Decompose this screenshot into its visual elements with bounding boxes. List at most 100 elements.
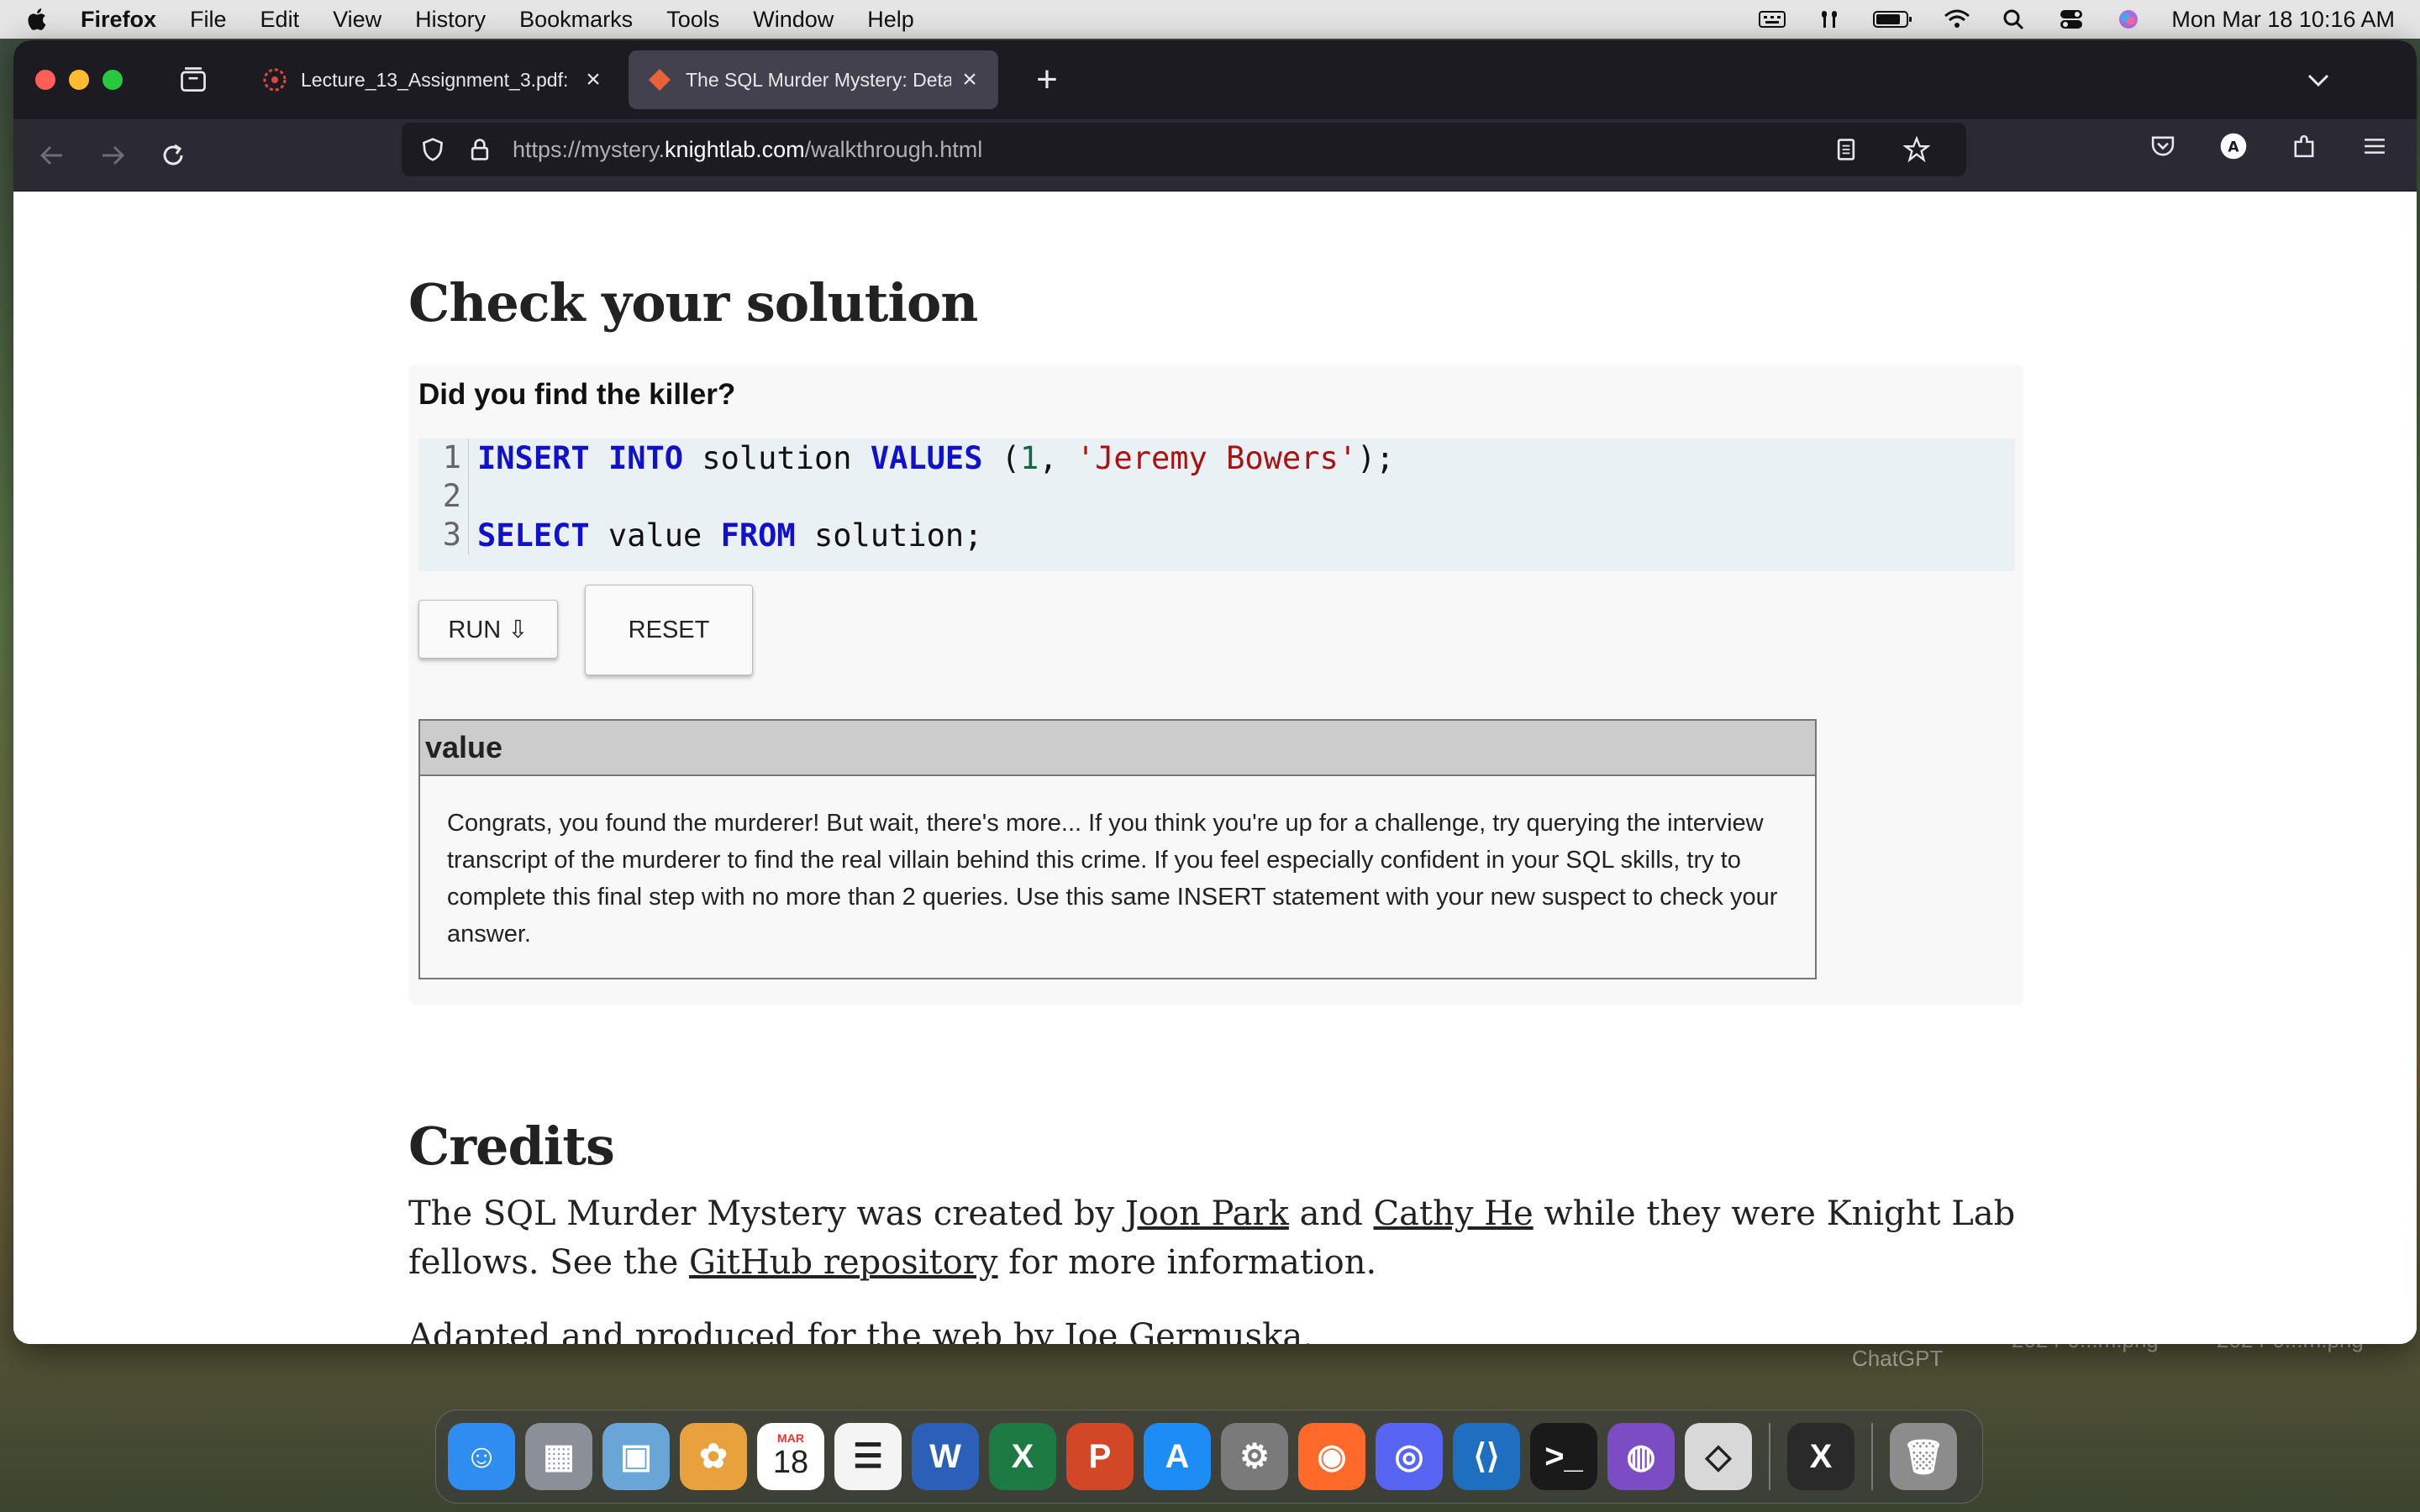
dock-finder-icon[interactable]: ☺ [448,1423,515,1490]
apple-menu-icon[interactable] [25,7,47,32]
toolbar-right: A [2146,129,2391,163]
tab-lecture-pdf[interactable]: Lecture_13_Assignment_3.pdf: D × [244,50,622,109]
reset-button[interactable]: RESET [585,585,753,675]
account-avatar-icon[interactable]: A [2217,129,2250,163]
code-text: INSERT INTO solution VALUES (1, 'Jeremy … [477,439,1395,476]
menu-app-name[interactable]: Firefox [81,7,156,33]
dock-preview-icon[interactable]: ▣ [602,1423,670,1490]
joe-germuska-link[interactable]: Joe Germuska [1065,1317,1303,1344]
tracking-protection-shield-icon[interactable] [418,135,447,164]
keyboard-input-icon[interactable] [1758,8,1786,30]
menu-file[interactable]: File [190,7,227,33]
address-bar[interactable]: https://mystery.knightlab.com/walkthroug… [402,123,1966,176]
url-path: /walkthrough.html [804,136,983,162]
github-repository-link[interactable]: GitHub repository [689,1243,997,1282]
menu-bookmarks[interactable]: Bookmarks [519,7,633,33]
dock-excel-icon[interactable]: X [989,1423,1056,1490]
svg-text:A: A [2228,139,2239,155]
result-column-header: value [420,721,1815,776]
menu-view[interactable]: View [333,7,381,33]
joon-park-link[interactable]: Joon Park [1125,1194,1289,1233]
pocket-icon[interactable] [2146,129,2180,163]
dock-word-icon[interactable]: W [912,1423,979,1490]
dock-reminders-icon[interactable]: ☰ [834,1423,902,1490]
credits-heading: Credits [408,1116,615,1177]
url-text: https://mystery.knightlab.com/walkthroug… [513,137,982,163]
bookmark-star-icon[interactable] [1902,135,1931,164]
code-line: 2 [418,477,2015,516]
spotlight-search-icon[interactable] [2000,8,2028,30]
siri-icon[interactable] [2114,8,2143,30]
line-number: 2 [418,477,469,516]
page-content: Check your solution Did you find the kil… [13,192,2417,1344]
close-tab-icon[interactable]: × [583,66,603,93]
code-line: 3 SELECT value FROM solution; [418,516,2015,554]
code-text: SELECT value FROM solution; [477,517,983,554]
tab-sql-murder-mystery[interactable]: The SQL Murder Mystery: Detail × [629,50,998,109]
run-button[interactable]: RUN ⇩ [418,600,558,659]
control-center-icon[interactable] [2057,8,2086,30]
menubar-clock[interactable]: Mon Mar 18 10:16 AM [2171,7,2395,33]
reload-icon[interactable] [155,137,192,174]
airpods-icon[interactable] [1815,8,1844,30]
dock: ☺ ▦ ▣ ✿ MAR 18 ☰ W X P A ⚙ ◉ ◎ ⟨⟩ >_ ◍ ◇ X 🗑 [435,1410,1983,1504]
wifi-icon[interactable] [1943,8,1971,30]
menu-help[interactable]: Help [867,7,914,33]
close-window-button[interactable] [35,70,55,90]
extensions-icon[interactable] [2287,129,2321,163]
dock-trash-icon[interactable]: 🗑 [1890,1423,1957,1490]
dock-launchpad-icon[interactable]: ▦ [525,1423,592,1490]
firefox-view-icon[interactable] [176,63,210,97]
cathy-he-link[interactable]: Cathy He [1374,1194,1534,1233]
url-domain: knightlab.com [665,136,805,162]
solution-panel: Did you find the killer? 1 INSERT INTO s… [408,365,2023,1005]
url-prefix: https://mystery. [513,136,666,162]
zoom-window-button[interactable] [103,70,123,90]
dock-calendar-icon[interactable]: MAR 18 [757,1423,824,1490]
forward-arrow-icon[interactable] [94,137,131,174]
killer-prompt: Did you find the killer? [418,378,736,411]
result-cell: Congrats, you found the murderer! But wa… [447,810,1778,948]
knightlab-favicon-icon [647,67,672,92]
menu-history[interactable]: History [415,7,486,33]
lock-icon[interactable] [466,135,494,164]
line-number: 1 [418,438,469,477]
reader-view-icon[interactable] [1832,135,1860,164]
code-line: 1 INSERT INTO solution VALUES (1, 'Jerem… [418,438,2015,477]
menu-window[interactable]: Window [753,7,834,33]
dock-github-desktop-icon[interactable]: ◍ [1607,1423,1675,1490]
browser-window: Lecture_13_Assignment_3.pdf: D × The SQL… [13,40,2417,1344]
dock-photos-icon[interactable]: ✿ [680,1423,747,1490]
window-controls [35,70,123,90]
new-tab-button[interactable]: + [1028,59,1065,100]
sql-editor[interactable]: 1 INSERT INTO solution VALUES (1, 'Jerem… [418,438,2015,571]
dock-separator [1871,1423,1873,1490]
close-tab-icon[interactable]: × [960,66,980,93]
pdf-favicon-icon [262,67,287,92]
desktop-chatgpt-label[interactable]: ChatGPT [1852,1346,1943,1372]
dock-unity-icon[interactable]: ◇ [1685,1423,1752,1490]
menu-edit[interactable]: Edit [260,7,300,33]
dock-separator [1769,1423,1770,1490]
menu-tools[interactable]: Tools [666,7,719,33]
line-number: 3 [418,516,469,554]
dock-xquartz-icon[interactable]: X [1787,1423,1854,1490]
dock-terminal-icon[interactable]: >_ [1530,1423,1597,1490]
check-solution-heading: Check your solution [408,272,978,333]
battery-icon[interactable] [1872,8,1914,30]
dock-system-settings-icon[interactable]: ⚙ [1221,1423,1288,1490]
tab-title: Lecture_13_Assignment_3.pdf: D [301,68,575,91]
list-all-tabs-chevron-icon[interactable] [2304,66,2333,94]
dock-firefox-icon[interactable]: ◉ [1298,1423,1365,1490]
credits-paragraph: The SQL Murder Mystery was created by Jo… [408,1194,2016,1282]
tab-bar: Lecture_13_Assignment_3.pdf: D × The SQL… [13,40,2417,119]
tab-title: The SQL Murder Mystery: Detail [686,68,951,91]
dock-app-store-icon[interactable]: A [1144,1423,1211,1490]
query-result-table: value Congrats, you found the murderer! … [418,719,1817,979]
dock-discord-icon[interactable]: ◎ [1376,1423,1443,1490]
dock-powerpoint-icon[interactable]: P [1066,1423,1134,1490]
hamburger-menu-icon[interactable] [2358,129,2391,163]
back-arrow-icon[interactable] [34,137,71,174]
minimize-window-button[interactable] [69,70,89,90]
dock-vs-code-icon[interactable]: ⟨⟩ [1453,1423,1520,1490]
